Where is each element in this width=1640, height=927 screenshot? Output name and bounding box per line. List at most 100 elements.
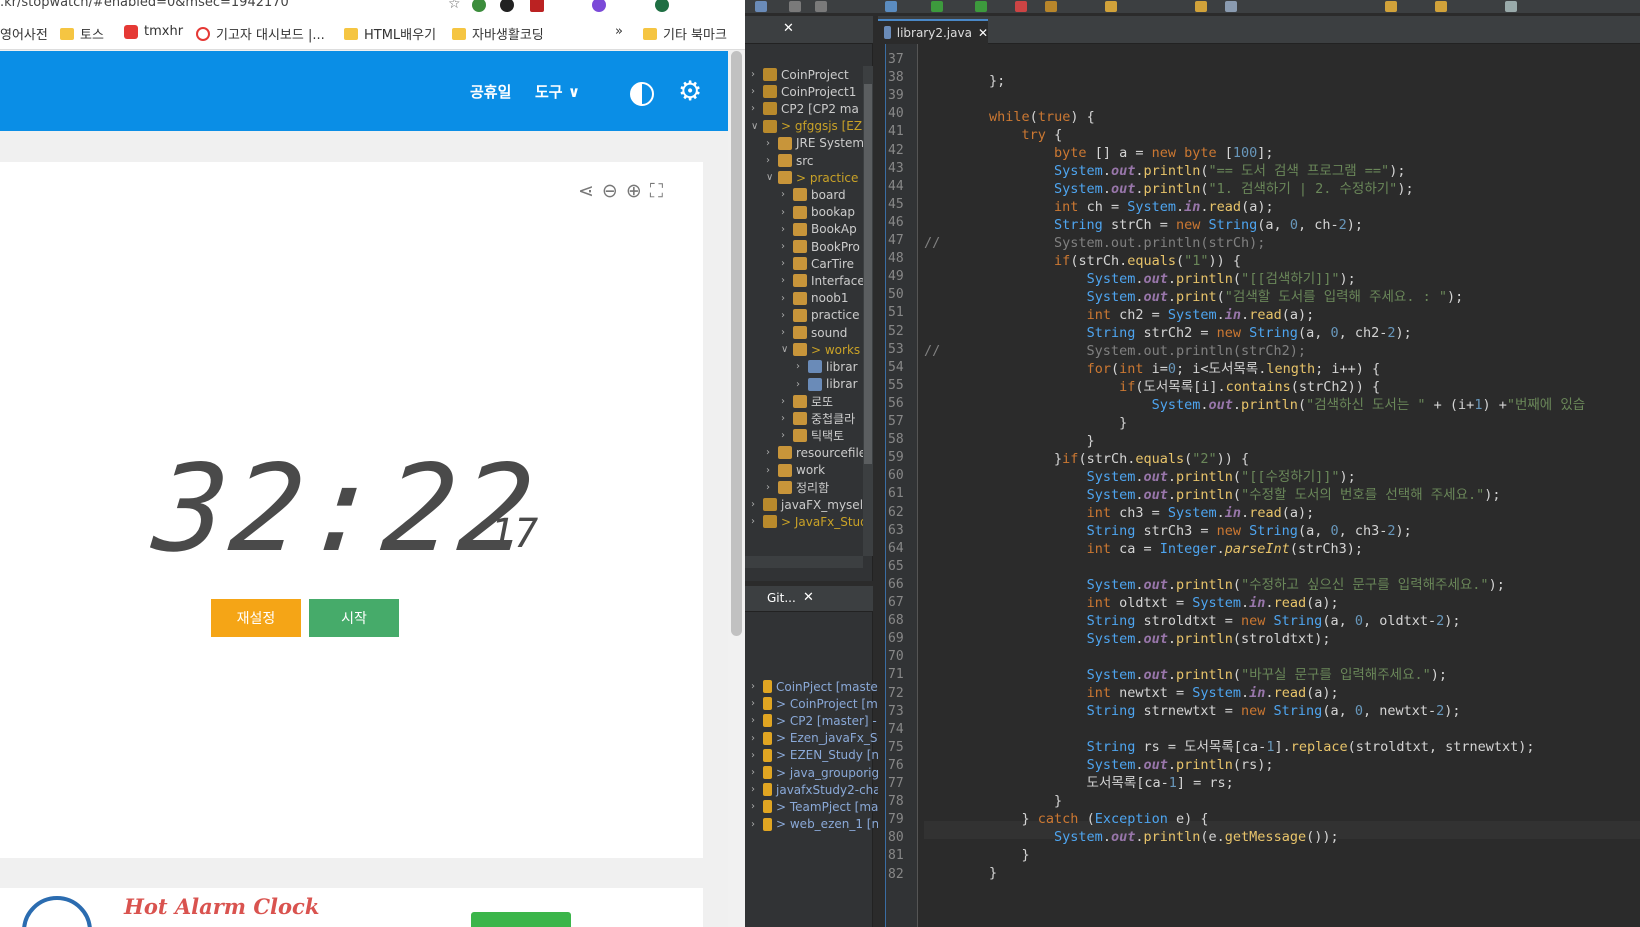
package-tree-item[interactable]: › CP2 [CP2 ma (751, 100, 859, 117)
toolbar-new-icon[interactable] (755, 1, 767, 12)
chevron-right-icon[interactable]: › (751, 698, 759, 709)
package-tree-item[interactable]: ∨ > practice (766, 169, 858, 186)
toolbar-coverage-icon[interactable] (1015, 1, 1027, 12)
package-tree-item[interactable]: › librar (796, 376, 858, 393)
editor-tab-active[interactable]: library2.java ✕ (878, 19, 988, 44)
chevron-right-icon[interactable]: › (766, 482, 774, 493)
package-tree-item[interactable]: › noob1 (781, 290, 849, 307)
package-tree-item[interactable]: › 로또 (781, 393, 833, 410)
chevron-right-icon[interactable]: › (751, 103, 759, 114)
package-tree-item[interactable]: › BookAp (781, 221, 857, 238)
chevron-right-icon[interactable]: › (766, 447, 774, 458)
zoom-out-icon[interactable]: ⊖ (602, 180, 618, 202)
start-button[interactable]: 시작 (309, 599, 399, 637)
chevron-right-icon[interactable]: › (781, 396, 789, 407)
git-repo-item[interactable]: › > CoinProject [m (751, 695, 878, 712)
extension-icon[interactable] (472, 0, 486, 12)
ad-banner[interactable]: Hot Alarm Clock (0, 888, 703, 927)
extension-icon[interactable] (530, 0, 544, 12)
package-tree-item[interactable]: › > JavaFx_Stud (751, 513, 868, 530)
close-icon[interactable]: ✕ (803, 590, 814, 605)
package-tree-item[interactable]: › resourcefile (766, 444, 866, 461)
chevron-right-icon[interactable]: › (781, 241, 789, 252)
package-tree-item[interactable]: › sound (781, 324, 847, 341)
package-tree-item[interactable]: › CoinProject (751, 66, 849, 83)
toolbar-forward-icon[interactable] (1435, 1, 1447, 12)
toolbar-nav-icon[interactable] (1195, 1, 1207, 12)
git-repo-item[interactable]: › > EZEN_Study [n (751, 747, 879, 764)
toolbar-package-icon[interactable] (1045, 1, 1057, 12)
bookmark-more-button[interactable]: » (615, 24, 623, 39)
chevron-right-icon[interactable]: › (781, 207, 789, 218)
page-scrollbar[interactable] (728, 51, 745, 927)
extension-icon[interactable] (500, 0, 514, 12)
bookmark-item[interactable]: tmxhr (124, 24, 183, 39)
chevron-right-icon[interactable]: › (751, 750, 759, 761)
chevron-right-icon[interactable]: › (751, 516, 759, 527)
chevron-right-icon[interactable]: › (751, 767, 759, 778)
chevron-right-icon[interactable]: › (751, 733, 759, 744)
bookmark-item[interactable]: 기고자 대시보드 |... (196, 24, 325, 43)
zoom-in-icon[interactable]: ⊕ (626, 180, 642, 202)
toolbar-search-icon[interactable] (885, 1, 897, 12)
chevron-right-icon[interactable]: › (751, 499, 759, 510)
chevron-right-icon[interactable]: › (781, 224, 789, 235)
toolbar-run-icon[interactable] (931, 1, 943, 12)
chevron-right-icon[interactable]: › (796, 361, 804, 372)
toolbar-perspective-icon[interactable] (1505, 1, 1517, 12)
git-repo-item[interactable]: › javafxStudy2-cha (751, 781, 881, 798)
package-explorer-tab[interactable]: ✕ (745, 16, 873, 44)
package-tree-item[interactable]: › BookPro (781, 238, 860, 255)
chevron-right-icon[interactable]: › (781, 293, 789, 304)
chevron-right-icon[interactable]: › (751, 819, 759, 830)
chevron-right-icon[interactable]: › (781, 327, 789, 338)
chevron-right-icon[interactable]: › (796, 379, 804, 390)
bookmark-star-icon[interactable]: ☆ (448, 0, 461, 12)
chevron-right-icon[interactable]: › (781, 189, 789, 200)
package-tree-item[interactable]: › JRE System (766, 135, 864, 152)
git-repo-item[interactable]: › > TeamPject [ma (751, 798, 878, 815)
fullscreen-icon[interactable]: ⛶ (650, 180, 663, 202)
git-repo-item[interactable]: › > web_ezen_1 [n (751, 816, 879, 833)
extension-icon[interactable] (592, 0, 606, 12)
bookmark-item[interactable]: 영어사전 (0, 24, 48, 43)
nav-tools[interactable]: 도구 ∨ (535, 81, 580, 102)
share-icon[interactable]: ⋖ (578, 180, 594, 202)
package-tree-item[interactable]: › board (781, 186, 846, 203)
chevron-right-icon[interactable]: › (766, 138, 774, 149)
chevron-down-icon[interactable]: ∨ (751, 121, 759, 132)
chevron-right-icon[interactable]: › (781, 413, 789, 424)
reset-button[interactable]: 재설정 (211, 599, 301, 637)
chevron-right-icon[interactable]: › (766, 155, 774, 166)
toolbar-marker-icon[interactable] (1225, 1, 1237, 12)
nav-holidays[interactable]: 공휴일 (470, 81, 511, 102)
toolbar-debug-icon[interactable] (975, 1, 987, 12)
chevron-right-icon[interactable]: › (751, 69, 759, 80)
package-tree-item[interactable]: › 틱택토 (781, 427, 844, 444)
git-repo-item[interactable]: › CoinPject [maste (751, 678, 878, 695)
chevron-right-icon[interactable]: › (781, 275, 789, 286)
ad-button[interactable] (471, 912, 571, 927)
contrast-toggle-icon[interactable] (630, 82, 654, 106)
package-tree-item[interactable]: › src (766, 152, 814, 169)
page-scrollbar-thumb[interactable] (731, 51, 742, 636)
chevron-right-icon[interactable]: › (751, 86, 759, 97)
package-tree-item[interactable]: › javaFX_myself (751, 496, 867, 513)
close-icon[interactable]: ✕ (978, 26, 988, 40)
package-hscrollbar[interactable] (745, 556, 863, 568)
package-tree-item[interactable]: › CarTire (781, 255, 854, 272)
git-tab[interactable]: Git... ✕ (745, 586, 873, 612)
bookmark-item[interactable]: 토스 (60, 24, 104, 43)
toolbar-save-all-icon[interactable] (815, 1, 827, 12)
chevron-down-icon[interactable]: ∨ (781, 344, 789, 355)
url-text[interactable]: .kr/stopwatch/#enabled=0&msec=1942170 (0, 0, 289, 10)
package-scrollbar-thumb[interactable] (864, 84, 872, 464)
package-tree-item[interactable]: › work (766, 462, 825, 479)
bookmark-item[interactable]: 기타 북마크 (643, 24, 727, 43)
chevron-right-icon[interactable]: › (781, 310, 789, 321)
bookmark-item[interactable]: HTML배우기 (344, 24, 436, 43)
chevron-right-icon[interactable]: › (751, 784, 759, 795)
toolbar-open-icon[interactable] (1105, 1, 1117, 12)
chevron-right-icon[interactable]: › (781, 258, 789, 269)
package-tree-item[interactable]: › librar (796, 358, 858, 375)
